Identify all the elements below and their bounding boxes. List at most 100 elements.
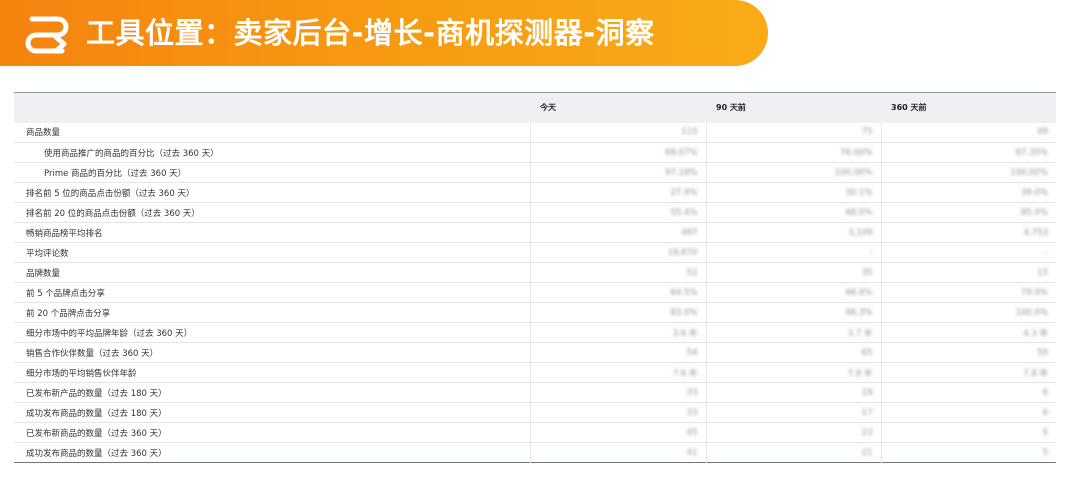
column-header-metric <box>14 93 530 123</box>
insights-table: 今天 90 天前 360 天前 商品数量 110 75 49 使用商品推广的商品的百分比… <box>14 92 1056 463</box>
value-360-days-ago-cell: 67.35% <box>880 142 1056 163</box>
value-today-cell: 97.19% <box>529 162 706 183</box>
value-90-days-ago-cell: 17 <box>705 402 881 423</box>
value-today: 27.9% <box>670 187 698 198</box>
metric-label: 排名前 5 位的商品点击份额（过去 360 天） <box>26 188 195 199</box>
value-360-days-ago-cell: 7.8 年 <box>880 362 1056 383</box>
metric-label: 使用商品推广的商品的百分比（过去 360 天） <box>44 148 219 159</box>
metric-label: Prime 商品的百分比（过去 360 天） <box>44 168 187 179</box>
value-90-days-ago: 100.00% <box>834 167 873 178</box>
route-arrow-icon <box>25 16 69 54</box>
value-90-days-ago: 66.8% <box>845 287 873 298</box>
value-360-days-ago-cell: 4,753 <box>880 222 1056 243</box>
value-360-days-ago: 50 <box>1037 347 1048 358</box>
value-today-cell: 7.6 年 <box>529 362 706 383</box>
value-90-days-ago: 7.8 年 <box>847 368 873 379</box>
value-360-days-ago-cell: 5 <box>880 422 1056 443</box>
value-today: 45 <box>686 427 698 438</box>
value-360-days-ago: 7.8 年 <box>1023 368 1048 379</box>
value-today-cell: 41 <box>529 442 706 463</box>
table-row: 使用商品推广的商品的百分比（过去 360 天） 69.07% 76.00% 67.35… <box>14 142 1056 163</box>
table-row: 细分市场中的平均品牌年龄（过去 360 天） 3.6 年 3.7 年 4.3 年 <box>14 322 1056 343</box>
value-today: 52 <box>686 267 698 278</box>
value-today-cell: 19,670 <box>529 242 706 263</box>
value-today-cell: 64.5% <box>529 282 706 303</box>
metric-label: 已发布新商品的数量（过去 360 天） <box>26 428 167 439</box>
column-header-360-days-ago: 360 天前 <box>891 103 927 113</box>
metric-label: 细分市场的平均销售伙伴年龄 <box>26 368 137 379</box>
value-90-days-ago-cell: 19 <box>705 382 881 403</box>
value-90-days-ago-cell: 21 <box>705 442 881 463</box>
value-360-days-ago: 49 <box>1037 127 1048 138</box>
table-row: 品牌数量 52 35 15 <box>14 262 1056 283</box>
metric-label: 商品数量 <box>26 128 61 139</box>
value-today-cell: 55.4% <box>529 202 706 223</box>
value-90-days-ago-cell: 30.1% <box>705 182 881 203</box>
value-360-days-ago-cell: 100.00% <box>880 162 1056 183</box>
value-today: 33 <box>686 387 698 398</box>
value-90-days-ago-cell: 66.8% <box>705 282 881 303</box>
value-90-days-ago: 23 <box>861 427 873 438</box>
value-360-days-ago: 6 <box>1042 387 1048 398</box>
value-90-days-ago-cell: 3,109 <box>705 222 881 243</box>
value-360-days-ago-cell: 6 <box>880 382 1056 403</box>
value-360-days-ago: 5 <box>1042 447 1048 458</box>
value-today-cell: 52 <box>529 262 706 283</box>
value-today-cell: 3.6 年 <box>529 322 706 343</box>
column-header-today: 今天 <box>540 103 556 113</box>
value-90-days-ago-cell: 7.8 年 <box>705 362 881 383</box>
value-360-days-ago: 6 <box>1042 407 1048 418</box>
metric-label: 排名前 20 位的商品点击份额（过去 360 天） <box>26 208 200 219</box>
metric-label: 前 5 个品牌点击分享 <box>26 288 105 299</box>
value-360-days-ago-cell: 79.9% <box>880 282 1056 303</box>
value-today: 41 <box>686 447 698 458</box>
value-today: 55.4% <box>670 207 698 218</box>
value-90-days-ago: 30.1% <box>845 187 873 198</box>
metric-label: 成功发布商品的数量（过去 360 天） <box>26 448 167 459</box>
metric-label: 前 20 个品牌点击分享 <box>26 308 111 319</box>
value-360-days-ago-cell: 5 <box>880 442 1056 463</box>
value-360-days-ago: 79.9% <box>1020 287 1048 298</box>
value-360-days-ago-cell: 4.3 年 <box>880 322 1056 343</box>
value-today-cell: 69.07% <box>529 142 706 163</box>
metric-label: 畅销商品榜平均排名 <box>26 228 103 239</box>
value-360-days-ago-cell: 49 <box>880 122 1056 143</box>
value-today: 69.07% <box>665 147 698 158</box>
value-today: 19,670 <box>667 247 698 258</box>
value-360-days-ago-cell: 85.0% <box>880 202 1056 223</box>
metric-label: 成功发布商品的数量（过去 180 天） <box>26 408 167 419</box>
metric-label: 平均评论数 <box>26 248 69 259</box>
value-today: 83.0% <box>670 307 698 318</box>
value-90-days-ago: 65 <box>861 347 873 358</box>
insights-table-container: 今天 90 天前 360 天前 商品数量 110 75 49 使用商品推广的商品的百分比… <box>14 92 1056 463</box>
table-row: 细分市场的平均销售伙伴年龄 7.6 年 7.8 年 7.8 年 <box>14 362 1056 383</box>
value-90-days-ago-cell: 76.00% <box>705 142 881 163</box>
value-today: 33 <box>686 407 698 418</box>
table-header-row: 今天 90 天前 360 天前 <box>14 92 1056 123</box>
value-today-cell: 27.9% <box>529 182 706 203</box>
value-90-days-ago-cell: 68.0% <box>705 202 881 223</box>
value-today-cell: 83.0% <box>529 302 706 323</box>
metric-label: 品牌数量 <box>26 268 61 279</box>
value-90-days-ago-cell: 65 <box>705 342 881 363</box>
value-360-days-ago: - <box>1044 247 1048 258</box>
value-90-days-ago-cell: 75 <box>705 122 881 143</box>
location-banner: 工具位置：卖家后台-增长-商机探测器-洞察 <box>0 0 768 66</box>
value-360-days-ago-cell: 50 <box>880 342 1056 363</box>
value-90-days-ago: 96.3% <box>845 307 873 318</box>
table-row: 前 5 个品牌点击分享 64.5% 66.8% 79.9% <box>14 282 1056 303</box>
value-90-days-ago: 35 <box>861 267 873 278</box>
value-90-days-ago-cell: 96.3% <box>705 302 881 323</box>
value-90-days-ago: 19 <box>861 387 873 398</box>
value-90-days-ago-cell: 100.00% <box>705 162 881 183</box>
value-today: 3.6 年 <box>672 328 698 339</box>
value-today-cell: 54 <box>529 342 706 363</box>
table-row: 排名前 20 位的商品点击份额（过去 360 天） 55.4% 68.0% 85.0% <box>14 202 1056 223</box>
table-row: 已发布新产品的数量（过去 180 天） 33 19 6 <box>14 382 1056 403</box>
value-360-days-ago: 39.0% <box>1020 187 1048 198</box>
table-row: 畅销商品榜平均排名 497 3,109 4,753 <box>14 222 1056 243</box>
value-90-days-ago: 3.7 年 <box>847 328 873 339</box>
table-row: 平均评论数 19,670 - - <box>14 242 1056 263</box>
table-body: 商品数量 110 75 49 使用商品推广的商品的百分比（过去 360 天） 69.07%… <box>14 122 1056 463</box>
metric-label: 已发布新产品的数量（过去 180 天） <box>26 388 167 399</box>
